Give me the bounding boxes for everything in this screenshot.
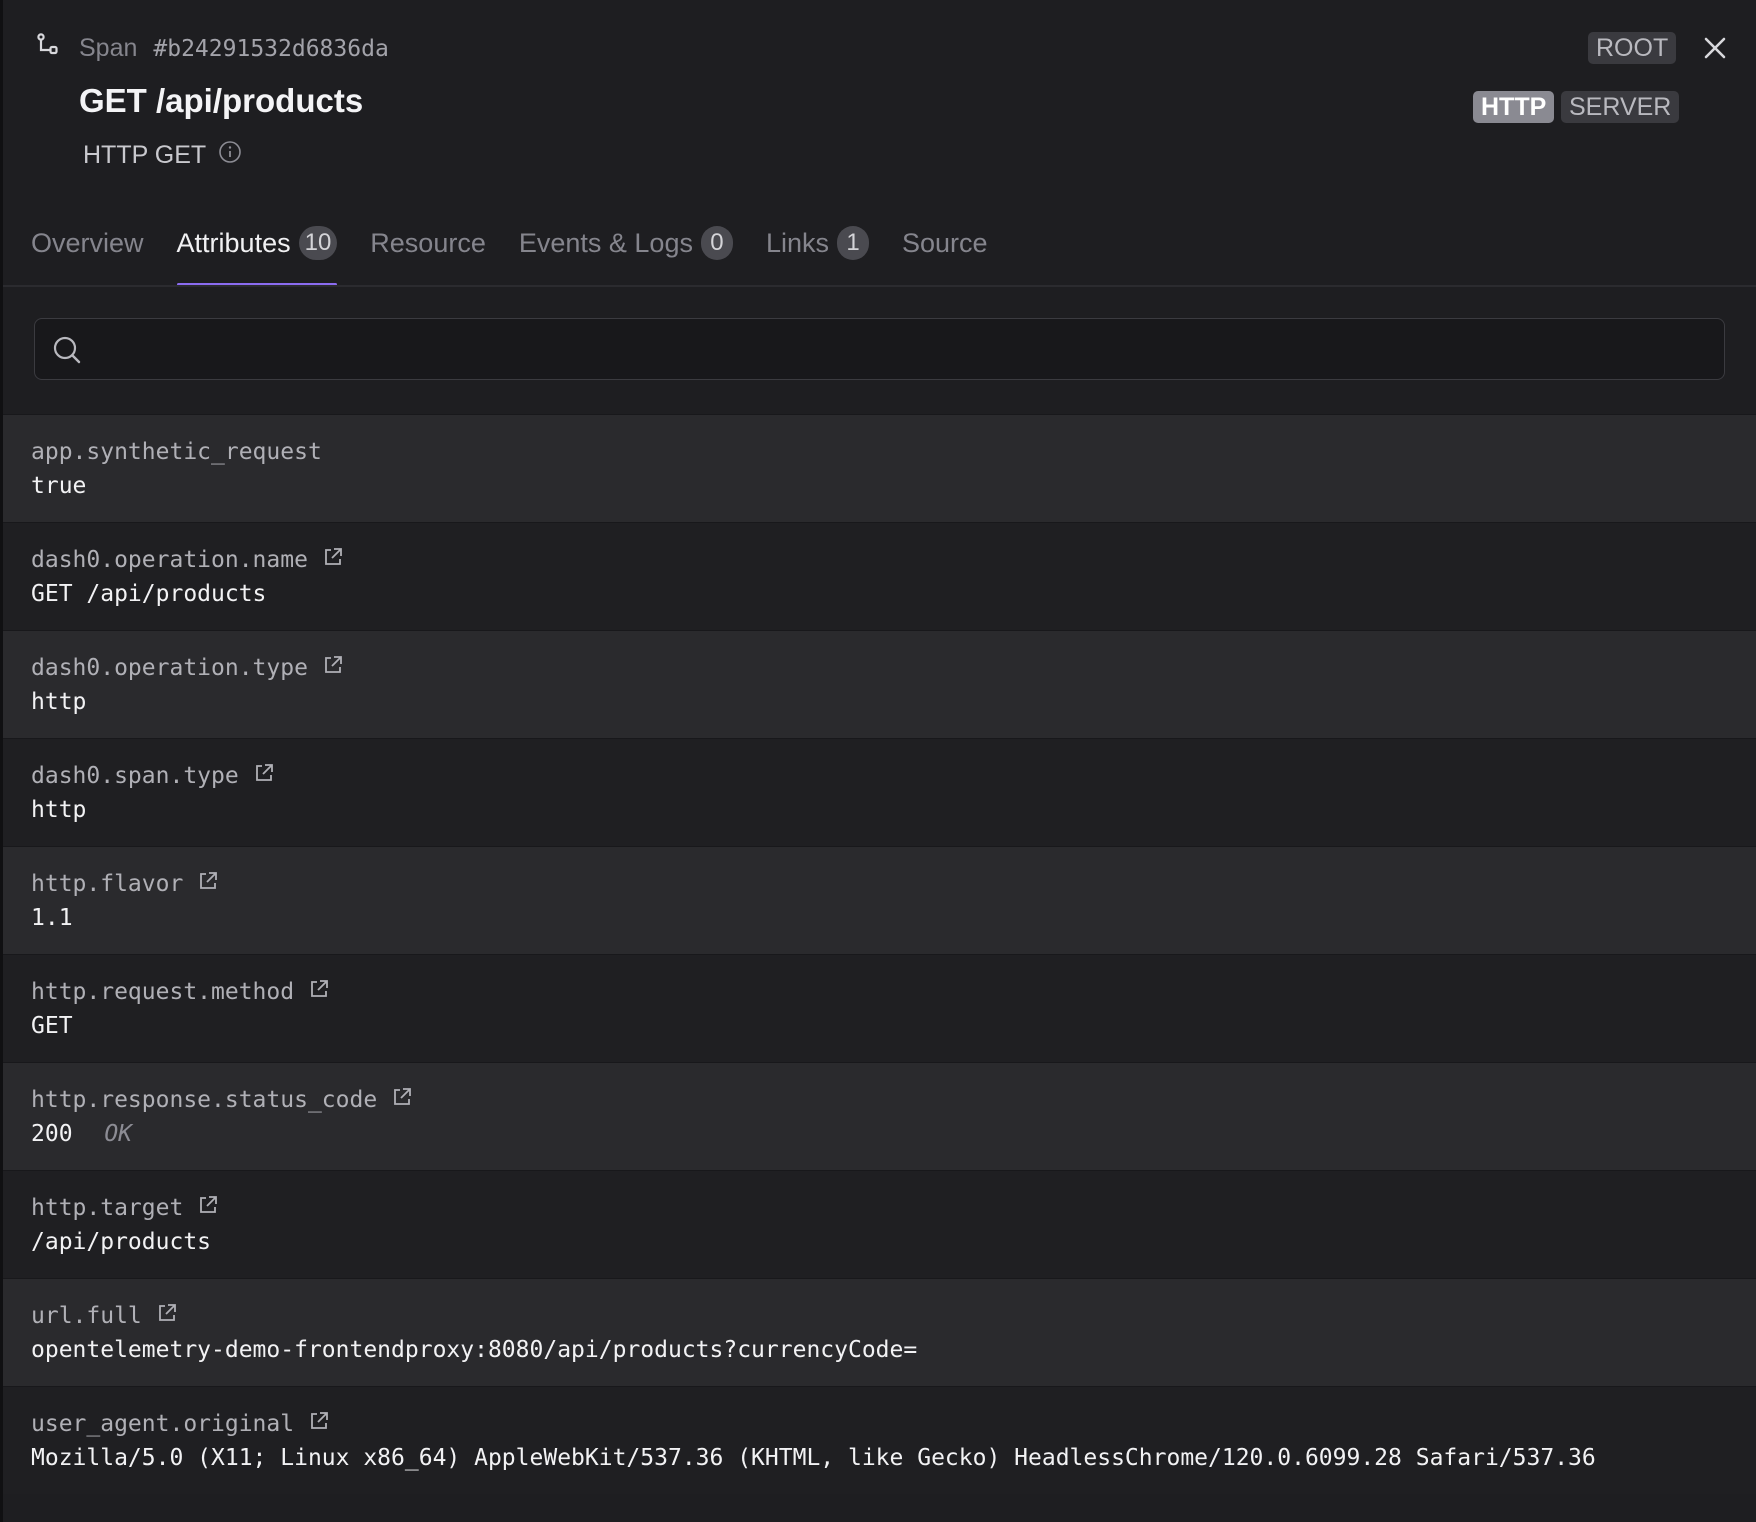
tab-label: Links <box>765 228 829 258</box>
attribute-key-row: user_agent.original <box>31 1407 1756 1441</box>
span-header: Span #b24291532d6836da GET /api/products… <box>3 0 1756 420</box>
attribute-key: http.target <box>31 1195 184 1221</box>
attribute-value: http <box>31 797 87 823</box>
attribute-value: 200 <box>31 1121 73 1147</box>
root-badge: ROOT <box>1588 32 1677 64</box>
attribute-row[interactable]: http.flavor 1.1 <box>3 846 1756 954</box>
span-detail-panel: Span #b24291532d6836da GET /api/products… <box>0 0 1756 1522</box>
status-text-hint: OK <box>104 1121 133 1147</box>
close-icon[interactable] <box>1697 30 1733 66</box>
tab-overview[interactable]: Overview <box>31 212 144 286</box>
span-title: GET /api/products <box>79 82 364 119</box>
tab-label: Attributes <box>176 228 291 258</box>
attribute-value: /api/products <box>31 1229 212 1255</box>
external-link-icon[interactable] <box>197 1194 219 1222</box>
attribute-key-row: dash0.span.type <box>31 759 1756 793</box>
attribute-key-row: http.request.method <box>31 975 1756 1009</box>
search-input[interactable] <box>99 319 1703 379</box>
attribute-row[interactable]: dash0.span.type http <box>3 738 1756 846</box>
attribute-value: http <box>31 689 87 715</box>
attribute-key-row: url.full <box>31 1299 1756 1333</box>
search-icon <box>52 335 82 370</box>
tab-attributes[interactable]: Attributes 10 <box>176 212 338 286</box>
tab-label: Source <box>902 228 988 258</box>
tab-label: Resource <box>370 228 486 258</box>
span-subtitle: HTTP GET <box>83 140 242 171</box>
span-label: Span <box>79 34 138 62</box>
info-icon[interactable] <box>218 140 242 171</box>
tab-resource[interactable]: Resource <box>370 212 486 286</box>
attribute-key-row: app.synthetic_request <box>31 435 1756 469</box>
attribute-key: http.request.method <box>31 979 295 1005</box>
attribute-key: user_agent.original <box>31 1411 295 1437</box>
tab-divider <box>3 285 1756 287</box>
attribute-key-row: dash0.operation.name <box>31 543 1756 577</box>
tab-source[interactable]: Source <box>902 212 988 286</box>
tab-links[interactable]: Links 1 <box>766 212 869 286</box>
attribute-row[interactable]: http.request.method GET <box>3 954 1756 1062</box>
attribute-value: 1.1 <box>31 905 73 931</box>
tab-bar: Overview Attributes 10 Resource Events &… <box>31 212 1021 286</box>
external-link-icon[interactable] <box>322 546 344 574</box>
attribute-list: app.synthetic_request true dash0.operati… <box>3 414 1756 1494</box>
tab-count-badge: 10 <box>298 226 338 260</box>
attribute-value: GET /api/products <box>31 581 267 607</box>
external-link-icon[interactable] <box>253 762 275 790</box>
attribute-value: GET <box>31 1013 73 1039</box>
attribute-value-row: 200 OK <box>31 1121 1756 1147</box>
attribute-value: opentelemetry-demo-frontendproxy:8080/ap… <box>31 1337 918 1363</box>
tab-label: Events & Logs <box>518 228 693 258</box>
attribute-row[interactable]: dash0.operation.name GET /api/products <box>3 522 1756 630</box>
attribute-key: http.flavor <box>31 871 184 897</box>
span-id[interactable]: #b24291532d6836da <box>153 36 388 62</box>
attribute-key-row: dash0.operation.type <box>31 651 1756 685</box>
attribute-row[interactable]: app.synthetic_request true <box>3 414 1756 522</box>
attribute-key: dash0.span.type <box>31 763 239 789</box>
attribute-row[interactable]: url.full opentelemetry-demo-frontendprox… <box>3 1278 1756 1386</box>
span-tree-icon <box>35 32 61 65</box>
external-link-icon[interactable] <box>197 870 219 898</box>
external-link-icon[interactable] <box>156 1302 178 1330</box>
attribute-key: url.full <box>31 1303 142 1329</box>
tab-label: Overview <box>31 228 144 258</box>
kind-badge-http: HTTP <box>1473 91 1555 123</box>
attribute-key: dash0.operation.type <box>31 655 308 681</box>
external-link-icon[interactable] <box>391 1086 413 1114</box>
attribute-row[interactable]: http.target /api/products <box>3 1170 1756 1278</box>
attribute-value: true <box>31 473 87 499</box>
external-link-icon[interactable] <box>308 1410 330 1438</box>
attribute-row[interactable]: dash0.operation.type http <box>3 630 1756 738</box>
attribute-value: Mozilla/5.0 (X11; Linux x86_64) AppleWeb… <box>31 1445 1596 1471</box>
attribute-row[interactable]: user_agent.original Mozilla/5.0 (X11; Li… <box>3 1386 1756 1494</box>
external-link-icon[interactable] <box>308 978 330 1006</box>
attribute-row[interactable]: http.response.status_code 200 OK <box>3 1062 1756 1170</box>
attribute-key: app.synthetic_request <box>31 439 322 465</box>
attribute-key: dash0.operation.name <box>31 547 308 573</box>
external-link-icon[interactable] <box>322 654 344 682</box>
attribute-key-row: http.target <box>31 1191 1756 1225</box>
span-breadcrumb: Span #b24291532d6836da <box>35 32 389 65</box>
attribute-key-row: http.response.status_code <box>31 1083 1756 1117</box>
attribute-search[interactable] <box>34 318 1725 380</box>
kind-badge-server: SERVER <box>1561 91 1680 123</box>
span-subtitle-text: HTTP GET <box>83 141 207 169</box>
attribute-key: http.response.status_code <box>31 1087 378 1113</box>
tab-count-badge: 1 <box>837 226 869 260</box>
tab-count-badge: 0 <box>700 226 733 260</box>
attribute-key-row: http.flavor <box>31 867 1756 901</box>
tab-events-logs[interactable]: Events & Logs 0 <box>519 212 733 286</box>
